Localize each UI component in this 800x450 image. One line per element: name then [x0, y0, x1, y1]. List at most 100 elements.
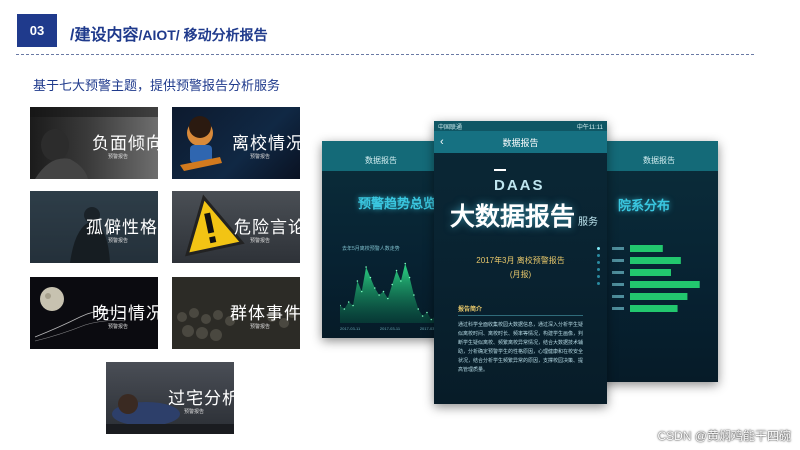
clock-label: 中午11:11: [576, 125, 603, 131]
phone-screen-department: 数据报告 院系分布: [600, 141, 718, 382]
section-number: 03: [29, 23, 45, 38]
daas-logo: DAAS: [494, 177, 545, 194]
department-bar-chart: [612, 245, 700, 312]
watermark: CSDN @黄焖鸡能干四碗: [657, 429, 791, 443]
tile-negative-tendency: 负面倾向 预警报告: [30, 107, 158, 179]
department-bar: [630, 281, 700, 288]
bar-category-label: [612, 295, 624, 298]
trend-point: [352, 304, 354, 307]
phone-header: 数据报告: [322, 141, 440, 171]
trend-point: [421, 315, 424, 317]
tile-sublabel: 预警报告: [250, 324, 271, 330]
phone-header-label: 数据报告: [502, 137, 539, 148]
section-rule: [458, 315, 583, 316]
status-bar: 中国联通 中午11:11: [434, 121, 607, 131]
phone-header-label: 数据报告: [643, 156, 675, 165]
department-bar: [630, 245, 663, 252]
report-body: 通过科学全面收集校园大数据信息，通过深入分析学生疑似离校时间、离校时长、频率等情…: [458, 322, 584, 373]
report-date: 2017年3月 离校预警报告: [476, 256, 565, 265]
trend-point: [387, 297, 389, 300]
tile-sublabel: 预警报告: [108, 324, 129, 330]
big-title-tag: 服务: [578, 217, 599, 228]
trend-point: [347, 301, 350, 303]
department-bar: [630, 305, 678, 312]
tile-solitary-personality: 孤僻性格 预警报告: [30, 191, 158, 263]
department-bar: [630, 293, 688, 300]
tile-leaving-school: 离校情况 预警报告: [172, 107, 300, 179]
page-dot[interactable]: [597, 282, 600, 285]
trend-point: [382, 290, 385, 293]
tile-dangerous-speech: 危险言论 预警报告: [172, 191, 300, 263]
phone-heading: 院系分布: [618, 198, 671, 213]
subtitle: 基于七大预警主题，提供预警报告分析服务: [33, 78, 281, 93]
tile-label: 孤僻性格: [86, 218, 158, 238]
carrier-label: 中国联通: [438, 125, 463, 131]
bar-category-label: [612, 259, 624, 262]
department-bar: [630, 257, 681, 264]
phone-navbar: 数据报告: [434, 131, 607, 153]
page-dot[interactable]: [597, 275, 600, 278]
tile-label: 过宅分析: [168, 389, 234, 409]
trend-point: [360, 290, 363, 293]
bar-category-label: [612, 247, 624, 250]
title-main: /建设内容: [70, 27, 139, 44]
back-arrow-icon[interactable]: ‹: [440, 136, 444, 148]
trend-point: [430, 318, 433, 321]
trend-point: [400, 280, 402, 282]
page-dot[interactable]: [597, 247, 600, 250]
tile-group-event: 群体事件 预警报告: [172, 277, 300, 349]
phone-screen-trend: 数据报告 预警趋势总览 去年5月离校预警人数走势 2017-03-11 2017…: [322, 141, 440, 338]
report-period: (月报): [509, 270, 532, 279]
phone-screen-report: 中国联通 中午11:11 数据报告 ‹ DAAS 大数据报告 服务 2017年3月…: [434, 121, 607, 404]
department-bar: [630, 269, 671, 276]
tile-label: 群体事件: [230, 304, 300, 324]
page-dot[interactable]: [597, 268, 600, 271]
page-title: /建设内容/AIOT/ 移动分析报告: [70, 21, 268, 45]
tile-sublabel: 预警报告: [184, 409, 205, 415]
tile-sublabel: 预警报告: [108, 154, 129, 160]
page-dot[interactable]: [597, 261, 600, 264]
phone-header: 数据报告: [600, 141, 718, 171]
logo-bar: [494, 169, 506, 171]
tile-sublabel: 预警报告: [250, 238, 271, 244]
trend-point: [365, 266, 367, 268]
trend-point: [391, 283, 393, 286]
trend-point: [356, 280, 359, 282]
trend-point: [426, 311, 428, 314]
trend-point: [378, 294, 380, 296]
trend-point: [343, 308, 346, 310]
page-dot[interactable]: [597, 254, 600, 257]
phone-header-label: 数据报告: [365, 156, 397, 165]
tile-late-return: 晚归情况 预警报告: [30, 277, 158, 349]
x-tick: 2017-03-11: [379, 326, 401, 331]
trend-area: [340, 263, 440, 323]
bar-category-label: [612, 271, 624, 274]
tile-label: 晚归情况: [92, 304, 158, 324]
tile-sublabel: 预警报告: [108, 238, 129, 244]
x-tick: 2017-03-11: [340, 326, 361, 331]
header-divider: [16, 54, 754, 55]
page-dots: [597, 247, 600, 289]
big-title-part2: 报告: [525, 203, 576, 231]
chart-title: 去年5月离校预警人数走势: [342, 246, 400, 252]
trend-point: [417, 308, 420, 310]
trend-point: [413, 294, 415, 296]
chart-xaxis: 2017-03-11 2017-03-11 2017-03-11: [340, 326, 440, 331]
section-title: 报告简介: [458, 307, 483, 313]
phone-heading: 预警趋势总览: [358, 196, 437, 211]
bar-category-label: [612, 283, 624, 286]
big-title-part1: 大数据: [450, 203, 526, 231]
trend-point: [404, 262, 407, 265]
tile-sublabel: 预警报告: [250, 154, 271, 160]
tile-label: 危险言论: [234, 218, 300, 238]
trend-point: [395, 269, 398, 272]
bar-category-label: [612, 307, 624, 310]
section-number-badge: 03: [17, 14, 57, 47]
tile-label: 负面倾向: [92, 134, 158, 154]
title-rest: /AIOT/ 移动分析报告: [138, 27, 268, 43]
trend-point: [408, 276, 411, 279]
trend-area-chart: [340, 262, 440, 323]
tile-homebody-analysis: 过宅分析 预警报告: [106, 362, 234, 434]
tile-label: 离校情况: [232, 134, 300, 154]
trend-point: [369, 276, 372, 279]
